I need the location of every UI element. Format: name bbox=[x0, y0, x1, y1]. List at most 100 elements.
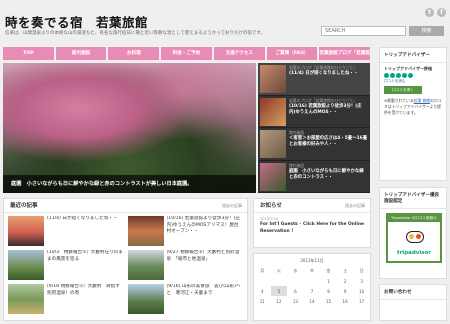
calendar-day bbox=[304, 276, 321, 286]
slider-title: 庭園 小さいながらも日に鮮やかな緑と赤のコントラス・・ bbox=[289, 168, 364, 180]
tripadvisor-title: トリップアドバイザー bbox=[380, 48, 446, 63]
slider-thumbnail bbox=[260, 162, 286, 191]
tripadvisor-owl-icon bbox=[406, 231, 424, 243]
slider-item[interactable]: 館内施設 ＜客室＞お部屋の広さは4・5畳〜16畳とお客様の好みや人・・ bbox=[258, 128, 370, 161]
tripadvisor-badge[interactable]: Tripadvisor の口コミ無数カ tripadvisor bbox=[386, 213, 442, 263]
slider-item[interactable]: 若葉のブログ「若葉旅館のひとりごと」 (11/4) 日が短くなりましたね・・ bbox=[258, 63, 370, 96]
recent-posts-archive-link[interactable]: 過去の記事 bbox=[222, 199, 242, 213]
slider-thumbnail bbox=[260, 65, 286, 93]
search-input[interactable] bbox=[321, 26, 406, 36]
recent-post-title: (9/27 視察報告②）大藪村と別府温泉 「樹市と地温泉」 bbox=[166, 250, 240, 262]
site-title[interactable]: 時を奏でる宿 若葉旅館 bbox=[5, 12, 148, 31]
rating-bubble-icon bbox=[396, 73, 401, 78]
recent-post-title: (10/3 視察報告③）大藪村在りのままの風景を巡る bbox=[47, 250, 123, 262]
notice-panel: お知らせ 過去の記事 2013/7/14 For Int'l Guests – C… bbox=[253, 198, 371, 248]
calendar-day: 17 bbox=[359, 298, 365, 304]
nav-item-top[interactable]: TOP bbox=[3, 47, 54, 60]
calendar-day: 1 bbox=[327, 278, 330, 284]
nav-item-blog[interactable]: 若葉旅館ブログ「若葉館 bbox=[319, 47, 371, 60]
recent-post-thumbnail bbox=[127, 284, 164, 314]
notice-link[interactable]: For Int'l Guests – Click Here for the On… bbox=[254, 221, 370, 236]
recent-post-title: (9/16) 山形の美食旅 雲ひ(山形)へと 寒河江・天童まで bbox=[166, 284, 241, 296]
calendar-day: 7 bbox=[310, 288, 314, 294]
excellence-title: トリップアドバイザー優良施設認定 bbox=[380, 188, 446, 209]
calendar-weekday: 金 bbox=[326, 268, 331, 273]
calendar-weekday: 水 bbox=[293, 268, 298, 273]
facebook-icon[interactable]: f bbox=[437, 8, 446, 17]
slider-item[interactable]: 館内施設 庭園 小さいながらも日に鮮やかな緑と赤のコントラス・・ bbox=[258, 161, 370, 193]
tripadvisor-excellence-panel: トリップアドバイザー優良施設認定 Tripadvisor の口コミ無数カ tri… bbox=[379, 187, 447, 279]
calendar-weekday: 火 bbox=[276, 268, 281, 273]
slider-item[interactable]: 若葉のブログ「若葉旅館のひとりごと」 (10/16) 若葉旅館より徒歩3分！(庄内… bbox=[258, 96, 370, 128]
write-review-button[interactable]: 口コミを書く bbox=[384, 86, 422, 94]
main-nav: TOP 館内施設 お料理 料金・ご予約 交通アクセス ご質問（FAQ） 若葉旅館… bbox=[3, 47, 371, 60]
hero-slider-image[interactable]: 庭園 小さいながらも日に鮮やかな緑と赤のコントラストが美しい日本庭園。 bbox=[3, 63, 256, 193]
rating-bubble-icon bbox=[390, 73, 395, 78]
slider-category: 若葉のブログ「若葉旅館のひとりごと」 bbox=[289, 97, 358, 103]
slider-title: ＜客室＞お部屋の広さは4・5畳〜16畳とお客様の好みや人・・ bbox=[289, 136, 368, 147]
recent-posts-panel: 最近の記事 過去の記事 (11/4) 日が短くなりましたね・・ (10/16) 若… bbox=[3, 198, 248, 321]
nav-item-faq[interactable]: ご質問（FAQ） bbox=[266, 47, 318, 60]
calendar-day: 4 bbox=[261, 288, 264, 294]
calendar-day: 15 bbox=[325, 298, 332, 304]
tripadvisor-panel: トリップアドバイザー トリップアドバイザー評価 口コミを読む 口コミを書く ※掲… bbox=[379, 47, 447, 181]
search-button[interactable]: 検索 bbox=[409, 26, 444, 36]
recent-post-item[interactable]: (11/4) 日が短くなりましたね・・ bbox=[8, 216, 124, 247]
recent-post-thumbnail bbox=[8, 284, 44, 314]
calendar-day bbox=[271, 276, 288, 286]
nav-item-reservation[interactable]: 料金・ご予約 bbox=[161, 47, 212, 60]
calendar-day bbox=[254, 276, 271, 286]
recent-posts-title: 最近の記事 bbox=[10, 203, 38, 209]
calendar-weekday: 木 bbox=[309, 268, 314, 273]
recent-post-item[interactable]: (10/16) 若葉旅館より徒歩3分！(庄内)ゆうえんのMOSアリマス！屋台村オ… bbox=[127, 216, 244, 247]
notice-date: 2013/7/14 bbox=[260, 217, 279, 221]
rating-bubble-icon bbox=[402, 73, 407, 78]
calendar-day: 13 bbox=[292, 298, 298, 304]
site-tagline: 信楽は、山間温泉よりの本格な山の湯溶ちた、有名な旅行宿日に冊と近い等静な温として… bbox=[5, 31, 265, 36]
recent-post-item[interactable]: (10/3 視察報告③）大藪村在りのままの風景を巡る bbox=[8, 250, 124, 281]
recent-post-item[interactable]: (9/18 視察報告①）大藪村 目指す別府温泉！の巻 bbox=[8, 284, 124, 315]
calendar-day: 14 bbox=[309, 298, 315, 304]
calendar-day: 8 bbox=[327, 288, 330, 294]
calendar-caption: 2013年11月 bbox=[300, 258, 324, 263]
slider-thumbnail bbox=[260, 97, 286, 126]
calendar-day: 9 bbox=[343, 288, 347, 294]
twitter-icon[interactable]: t bbox=[425, 8, 434, 17]
nav-item-access[interactable]: 交通アクセス bbox=[213, 47, 265, 60]
tripadvisor-logo: tripadvisor bbox=[396, 250, 432, 256]
notice-title: お知らせ bbox=[260, 203, 282, 209]
calendar-day: 10 bbox=[359, 288, 365, 294]
calendar-day: 6 bbox=[294, 288, 297, 294]
recent-post-thumbnail bbox=[8, 250, 44, 280]
nav-item-facilities[interactable]: 館内施設 bbox=[55, 47, 107, 60]
recent-post-title: (11/4) 日が短くなりましたね・・ bbox=[47, 216, 118, 221]
read-reviews-link[interactable]: 口コミを読む bbox=[380, 78, 446, 85]
recent-post-item[interactable]: (9/16) 山形の美食旅 雲ひ(山形)へと 寒河江・天童まで bbox=[127, 284, 244, 315]
calendar-day: 12 bbox=[276, 298, 282, 304]
calendar-table: 月 火 水 木 金 土 日 1 2 3 4 5 6 7 8 9 10 11 12… bbox=[254, 266, 370, 306]
calendar-day: 3 bbox=[360, 278, 363, 284]
slider-list: 若葉のブログ「若葉旅館のひとりごと」 (11/4) 日が短くなりましたね・・ 若葉… bbox=[258, 63, 370, 193]
recent-post-item[interactable]: (9/27 視察報告②）大藪村と別府温泉 「樹市と地温泉」 bbox=[127, 250, 244, 281]
nav-item-cuisine[interactable]: お料理 bbox=[108, 47, 160, 60]
calendar-day bbox=[287, 276, 304, 286]
contact-panel: お問い合わせ bbox=[379, 284, 447, 321]
recent-post-title: (9/18 視察報告①）大藪村 目指す別府温泉！の巻 bbox=[47, 284, 120, 296]
hotel-review-link[interactable]: 若葉 旅館 bbox=[414, 98, 430, 103]
contact-title: お問い合わせ bbox=[380, 285, 446, 300]
reviews-disclaimer: ※掲載されている若葉 旅館の口コミはトリップアドバイザーより提供を受けています。 bbox=[384, 98, 442, 115]
calendar-day: 11 bbox=[259, 298, 265, 304]
recent-post-thumbnail bbox=[127, 250, 164, 280]
recent-post-thumbnail bbox=[127, 216, 164, 246]
badge-header: Tripadvisor の口コミ無数カ bbox=[388, 215, 440, 222]
calendar-day: 16 bbox=[342, 298, 348, 304]
rating-bubble-icon bbox=[408, 73, 413, 78]
calendar-weekday: 土 bbox=[343, 268, 348, 273]
calendar-day-today: 5 bbox=[270, 286, 288, 296]
slider-title: (10/16) 若葉旅館より徒歩3分！(庄内)ゆうえんのMOS・・ bbox=[289, 103, 362, 115]
slider-title: (11/4) 日が短くなりましたね・・ bbox=[289, 71, 358, 76]
slider-thumbnail bbox=[260, 130, 286, 158]
hero-caption[interactable]: 庭園 小さいながらも日に鮮やかな緑と赤のコントラストが美しい日本庭園。 bbox=[3, 175, 256, 193]
recent-post-thumbnail bbox=[8, 216, 44, 246]
notice-archive-link[interactable]: 過去の記事 bbox=[345, 199, 365, 213]
